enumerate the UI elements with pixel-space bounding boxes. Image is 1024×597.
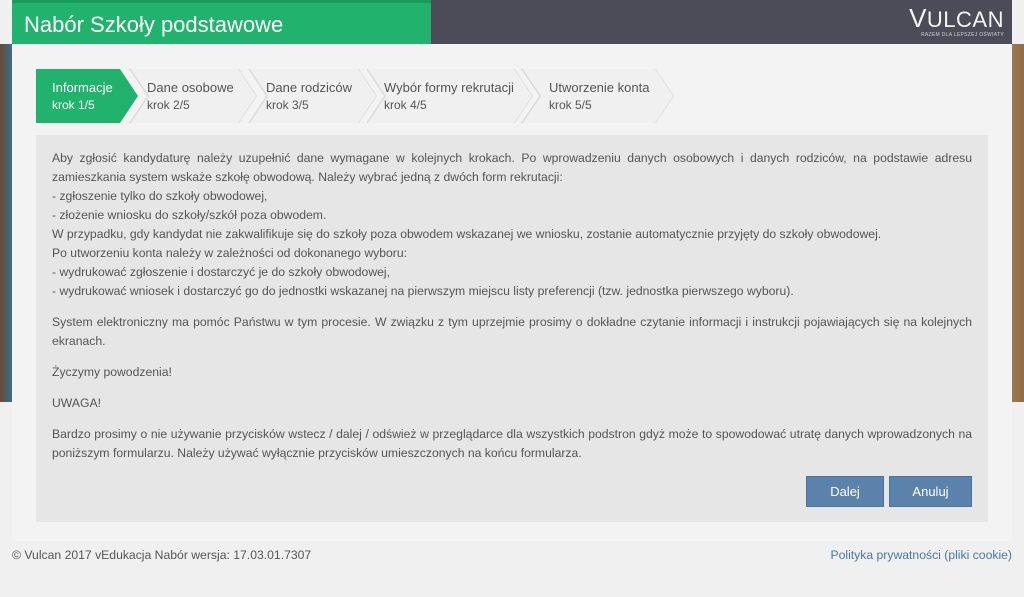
- instruction-line: W przypadku, gdy kandydat nie zakwalifik…: [52, 227, 882, 241]
- wizard-steps: Informacje krok 1/5 Dane osobowe krok 2/…: [36, 69, 676, 123]
- step-utworzenie-konta[interactable]: Utworzenie konta krok 5/5: [523, 69, 673, 123]
- logo-wordmark: VULCAN: [909, 3, 1004, 33]
- next-button[interactable]: Dalej: [806, 476, 884, 507]
- instruction-line: - złożenie wniosku do szkoły/szkół poza …: [52, 208, 327, 222]
- instruction-line: - wydrukować zgłoszenie i dostarczyć je …: [52, 265, 391, 279]
- step-dane-rodzicow[interactable]: Dane rodziców krok 3/5: [250, 69, 376, 123]
- step-wybor-formy[interactable]: Wybór formy rekrutacji krok 4/5: [368, 69, 532, 123]
- instruction-line: - wydrukować wniosek i dostarczyć go do …: [52, 284, 794, 298]
- logo-tagline: RAZEM DLA LEPSZEJ OŚWIATY: [921, 32, 1004, 38]
- info-panel: Aby zgłosić kandydaturę należy uzupełnić…: [36, 135, 988, 522]
- system-help-paragraph: System elektroniczny ma pomóc Państwu w …: [52, 315, 972, 348]
- privacy-policy-link[interactable]: Polityka prywatności (pliki cookie): [830, 548, 1012, 562]
- step-title: Dane osobowe: [147, 80, 234, 95]
- step-number: krok 3/5: [266, 98, 309, 112]
- cancel-button[interactable]: Anuluj: [889, 476, 972, 507]
- instruction-line: Aby zgłosić kandydaturę należy uzupełnić…: [52, 151, 972, 184]
- step-title: Utworzenie konta: [549, 80, 650, 95]
- instruction-line: Po utworzeniu konta należy w zależności …: [52, 246, 408, 260]
- step-title: Informacje: [52, 80, 113, 95]
- warning-paragraph: Bardzo prosimy o nie używanie przycisków…: [52, 427, 972, 460]
- step-number: krok 5/5: [549, 98, 592, 112]
- warning-heading: UWAGA!: [52, 396, 101, 410]
- step-number: krok 2/5: [147, 98, 190, 112]
- step-number: krok 4/5: [384, 98, 427, 112]
- app-header: Nabór Szkoły podstawowe VULCAN RAZEM DLA…: [12, 0, 1012, 44]
- vulcan-logo[interactable]: VULCAN RAZEM DLA LEPSZEJ OŚWIATY: [900, 3, 1004, 40]
- step-dane-osobowe[interactable]: Dane osobowe krok 2/5: [131, 69, 256, 123]
- page-title: Nabór Szkoły podstawowe: [12, 0, 431, 44]
- step-title: Dane rodziców: [266, 80, 352, 95]
- good-luck-text: Życzymy powodzenia!: [52, 365, 172, 379]
- step-title: Wybór formy rekrutacji: [384, 80, 514, 95]
- instructions-paragraph: Aby zgłosić kandydaturę należy uzupełnić…: [52, 149, 972, 301]
- step-informacje[interactable]: Informacje krok 1/5: [36, 69, 138, 123]
- footer-copyright: © Vulcan 2017 vEdukacja Nabór wersja: 17…: [12, 548, 312, 562]
- instruction-line: - zgłoszenie tylko do szkoły obwodowej,: [52, 189, 268, 203]
- step-number: krok 1/5: [52, 98, 95, 112]
